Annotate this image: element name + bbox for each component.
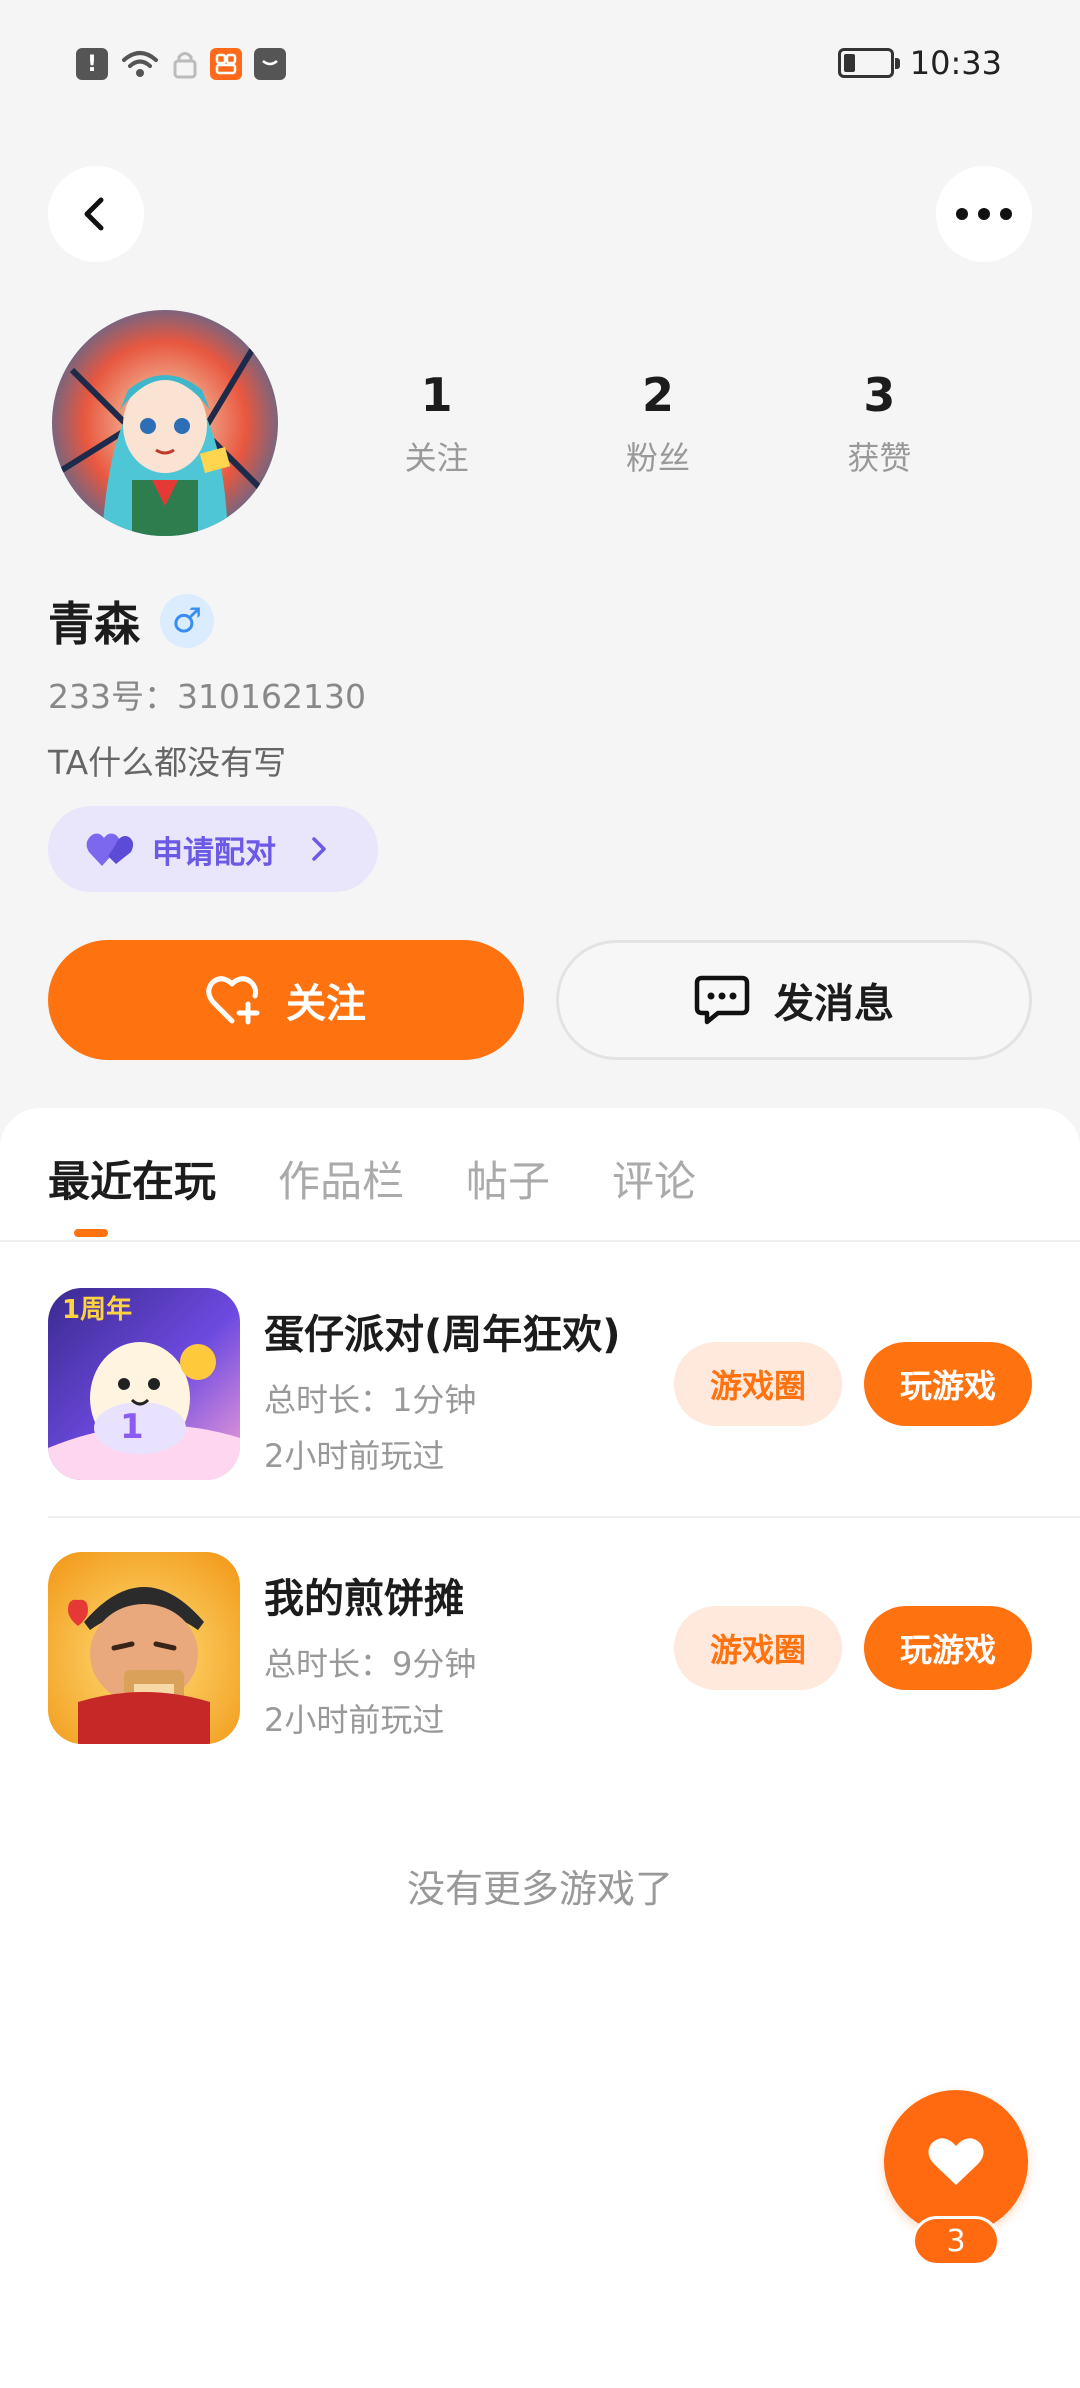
back-button[interactable] <box>48 166 144 262</box>
game-row[interactable]: 1 1周年 蛋仔派对(周年狂欢) 总时长：1分钟 2小时前玩过 游戏圈 玩游戏 <box>0 1288 1080 1518</box>
game-name: 我的煎饼摊 <box>264 1576 464 1622</box>
tab-posts[interactable]: 帖子 <box>466 1148 550 1209</box>
follow-label: 关注 <box>286 981 366 1027</box>
game-icon-pancake-stall[interactable] <box>48 1552 240 1744</box>
stat-likes[interactable]: 3 获赞 <box>769 365 990 479</box>
battery-level <box>843 54 855 72</box>
game-circle-button[interactable]: 游戏圈 <box>674 1342 842 1426</box>
send-message-button[interactable]: 发消息 <box>556 940 1032 1060</box>
stat-label: 获赞 <box>847 439 912 477</box>
tab-divider <box>0 1240 1080 1242</box>
stat-value: 2 <box>641 368 674 422</box>
profile-stats: 1 关注 2 粉丝 3 获赞 <box>326 365 990 479</box>
tab-works[interactable]: 作品栏 <box>278 1148 404 1209</box>
avatar[interactable] <box>52 310 278 536</box>
profile-tabs: 最近在玩 作品栏 帖子 评论 <box>48 1148 696 1209</box>
send-message-label: 发消息 <box>774 981 894 1027</box>
app-notification-icon <box>210 48 242 80</box>
follow-button[interactable]: 关注 <box>48 940 524 1060</box>
status-right: 10:33 <box>837 44 1002 82</box>
tab-recently-played[interactable]: 最近在玩 <box>48 1148 216 1209</box>
like-fab-button[interactable] <box>884 2090 1028 2234</box>
alert-icon: ! <box>76 48 108 80</box>
stat-label: 关注 <box>404 439 469 477</box>
row-divider <box>48 1516 1080 1518</box>
battery-icon <box>837 48 900 78</box>
game-icon-badge: 1周年 <box>62 1294 132 1325</box>
game-last-played: 2小时前玩过 <box>264 1437 445 1475</box>
wifi-icon <box>122 51 158 77</box>
bag-icon <box>254 48 286 80</box>
heart-plus-icon <box>206 976 260 1025</box>
chevron-right-icon <box>312 837 326 861</box>
status-icons: ! <box>76 48 286 80</box>
active-tab-indicator <box>74 1229 108 1237</box>
tab-comments[interactable]: 评论 <box>612 1148 696 1209</box>
double-heart-icon <box>86 833 134 866</box>
game-duration: 总时长：1分钟 <box>264 1381 477 1419</box>
user-bio: TA什么都没有写 <box>48 743 287 782</box>
stat-label: 粉丝 <box>625 439 690 477</box>
stat-fans[interactable]: 2 粉丝 <box>547 365 768 479</box>
user-name: 青森 <box>48 597 140 651</box>
clock: 10:33 <box>909 44 1002 82</box>
game-meta: 总时长：1分钟 2小时前玩过 <box>264 1372 476 1484</box>
stat-value: 1 <box>420 368 453 422</box>
svg-text:1: 1 <box>120 1407 144 1447</box>
stat-value: 3 <box>863 368 896 422</box>
name-row: 青森 ♂ <box>48 588 214 654</box>
game-icon-eggy-party[interactable]: 1 1周年 <box>48 1288 240 1480</box>
back-icon <box>84 197 104 231</box>
game-duration: 总时长：9分钟 <box>264 1645 477 1683</box>
game-circle-button[interactable]: 游戏圈 <box>674 1606 842 1690</box>
play-game-button[interactable]: 玩游戏 <box>864 1606 1032 1690</box>
heart-icon <box>928 2138 984 2185</box>
lock-icon <box>173 52 197 79</box>
apply-pair-label: 申请配对 <box>152 834 276 871</box>
game-meta: 总时长：9分钟 2小时前玩过 <box>264 1636 476 1748</box>
game-row[interactable]: 我的煎饼摊 总时长：9分钟 2小时前玩过 游戏圈 玩游戏 <box>0 1552 1080 1782</box>
no-more-games-text: 没有更多游戏了 <box>406 1867 673 1911</box>
stat-following[interactable]: 1 关注 <box>326 365 547 479</box>
male-gender-icon: ♂ <box>160 594 214 648</box>
more-button[interactable] <box>936 166 1032 262</box>
chat-icon <box>694 975 750 1025</box>
user-id: 233号：310162130 <box>48 677 366 716</box>
apply-pair-button[interactable]: 申请配对 <box>48 806 378 892</box>
play-game-button[interactable]: 玩游戏 <box>864 1342 1032 1426</box>
game-name: 蛋仔派对(周年狂欢) <box>264 1312 621 1358</box>
like-count-badge: 3 <box>912 2216 1000 2266</box>
game-last-played: 2小时前玩过 <box>264 1701 445 1739</box>
status-bar: ! 10:33 <box>0 0 1080 130</box>
more-icon <box>956 208 1012 220</box>
